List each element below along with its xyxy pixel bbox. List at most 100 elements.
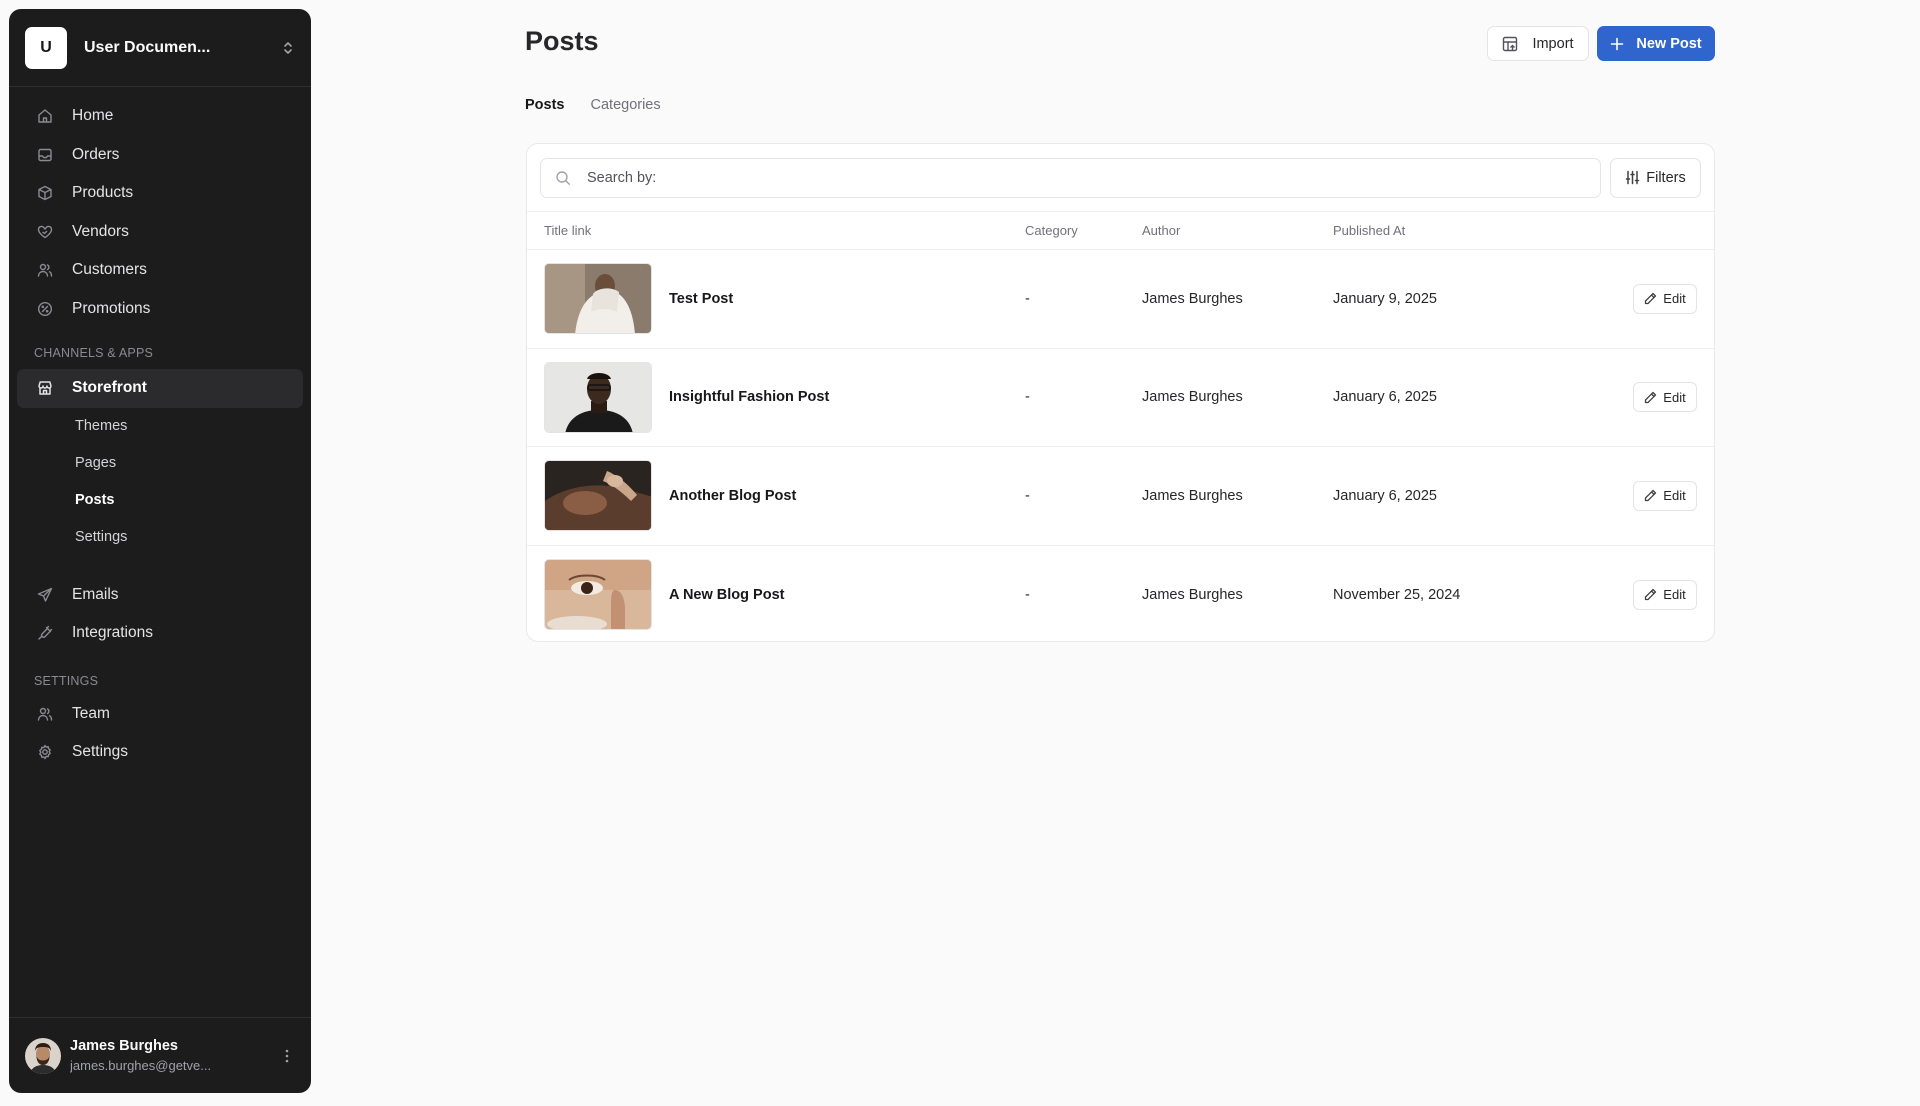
section-label-settings: SETTINGS [34,673,99,688]
nav-item-integrations[interactable]: Integrations [17,614,303,653]
post-published: January 6, 2025 [1333,389,1437,406]
new-post-button[interactable]: New Post [1597,26,1715,61]
posts-table-card: Filters Title link Category Author Publi… [526,143,1715,642]
post-author: James Burghes [1142,389,1243,406]
pencil-icon [1644,489,1657,502]
main-nav: Home Orders Products Vendors Customers P… [9,87,311,772]
sidebar: U User Documen... Home Orders Products V… [9,9,311,1093]
pencil-icon [1644,391,1657,404]
edit-label: Edit [1663,587,1686,603]
post-published: November 25, 2024 [1333,586,1461,603]
nav-item-orders[interactable]: Orders [17,136,303,175]
avatar [25,1037,61,1074]
table-row[interactable]: Test Post - James Burghes January 9, 202… [527,250,1714,349]
nav-item-customers[interactable]: Customers [17,251,303,290]
users-icon [37,706,53,722]
nav-item-label: Orders [72,145,120,163]
sub-item-settings[interactable]: Settings [17,519,303,556]
edit-label: Edit [1663,488,1686,504]
nav-item-label: Promotions [72,299,151,317]
nav-item-team[interactable]: Team [17,695,303,734]
post-title[interactable]: Test Post [669,291,733,307]
column-header-author[interactable]: Author [1142,223,1180,238]
filters-button[interactable]: Filters [1610,157,1701,198]
user-profile[interactable]: James Burghes james.burghes@getve... [9,1017,311,1093]
nav-item-label: Customers [72,261,147,279]
tabs: Posts Categories [525,97,661,113]
search-box[interactable] [540,157,1601,198]
table-row[interactable]: Insightful Fashion Post - James Burghes … [527,349,1714,447]
post-thumbnail [544,460,652,532]
import-button[interactable]: Import [1487,26,1589,61]
post-author: James Burghes [1142,290,1243,307]
nav-item-label: Integrations [72,624,153,642]
nav-item-label: Vendors [72,222,129,240]
nav-item-storefront[interactable]: Storefront [17,369,303,408]
post-published: January 9, 2025 [1333,290,1437,307]
nav-item-promotions[interactable]: Promotions [17,290,303,329]
import-label: Import [1532,35,1574,52]
nav-item-label: Home [72,107,114,125]
workspace-name: User Documen... [84,38,211,56]
edit-button[interactable]: Edit [1633,480,1697,511]
store-icon [37,380,53,396]
column-header-published[interactable]: Published At [1333,223,1405,238]
nav-item-products[interactable]: Products [17,174,303,213]
section-label-channels: CHANNELS & APPS [34,346,154,360]
nav-item-label: Team [72,704,110,722]
post-title[interactable]: Another Blog Post [669,488,796,504]
column-header-title[interactable]: Title link [544,223,591,238]
send-icon [37,587,53,603]
post-category: - [1025,487,1030,504]
nav-item-label: Emails [72,585,119,603]
page-title: Posts [525,26,599,56]
post-title[interactable]: A New Blog Post [669,587,784,603]
nav-item-emails[interactable]: Emails [17,576,303,615]
sliders-icon [1625,170,1640,185]
more-vertical-icon[interactable] [279,1049,295,1063]
box-icon [37,185,53,201]
nav-item-home[interactable]: Home [17,97,303,136]
pencil-icon [1644,292,1657,305]
sub-item-pages[interactable]: Pages [17,445,303,482]
edit-button[interactable]: Edit [1633,382,1697,413]
post-author: James Burghes [1142,487,1243,504]
workspace-avatar: U [25,26,67,69]
nav-item-label: Settings [72,743,129,761]
post-author: James Burghes [1142,586,1243,603]
sub-item-themes[interactable]: Themes [17,408,303,445]
edit-button[interactable]: Edit [1633,579,1697,610]
filters-label: Filters [1646,169,1686,186]
new-post-label: New Post [1636,35,1702,52]
post-published: January 6, 2025 [1333,487,1437,504]
nav-item-vendors[interactable]: Vendors [17,213,303,252]
pencil-icon [1644,588,1657,601]
table-header: Title link Category Author Published At [527,212,1714,250]
tab-categories[interactable]: Categories [591,97,661,113]
tab-posts[interactable]: Posts [525,97,565,113]
nav-item-label: Products [72,184,134,202]
user-name: James Burghes [70,1038,178,1054]
search-input[interactable] [587,169,1600,186]
workspace-switcher[interactable]: U User Documen... [9,9,311,87]
post-thumbnail [544,361,652,433]
post-thumbnail [544,559,652,631]
edit-label: Edit [1663,389,1686,405]
percent-icon [37,301,53,317]
table-row[interactable]: Another Blog Post - James Burghes Januar… [527,447,1714,546]
table-row[interactable]: A New Blog Post - James Burghes November… [527,546,1714,642]
handshake-icon [37,224,53,240]
post-title[interactable]: Insightful Fashion Post [669,389,829,405]
post-category: - [1025,586,1030,603]
plus-icon [1610,37,1624,51]
edit-label: Edit [1663,291,1686,307]
table-import-icon [1502,36,1518,52]
column-header-category[interactable]: Category [1025,223,1078,238]
post-category: - [1025,389,1030,406]
edit-button[interactable]: Edit [1633,283,1697,314]
search-icon [555,170,571,186]
nav-item-settings[interactable]: Settings [17,733,303,772]
inbox-icon [37,147,53,163]
sub-item-posts[interactable]: Posts [17,482,303,519]
plug-icon [37,625,53,641]
